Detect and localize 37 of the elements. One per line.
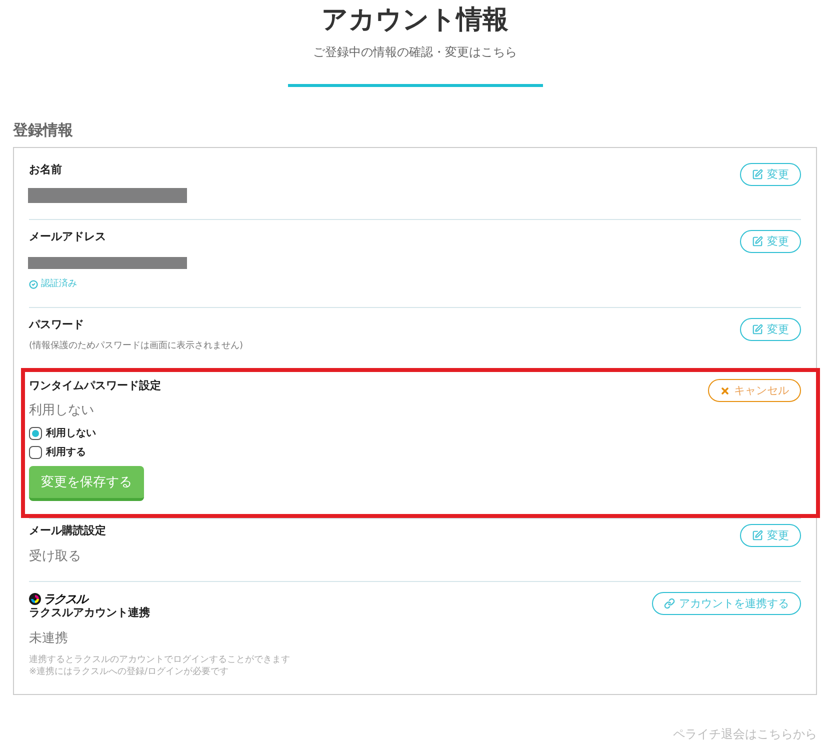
check-circle-icon (29, 280, 38, 288)
edit-button[interactable]: 変更 (740, 318, 801, 341)
close-icon (720, 386, 730, 396)
field-label: メール購読設定 (29, 524, 106, 538)
edit-button[interactable]: 変更 (740, 524, 801, 547)
radio-button[interactable] (29, 446, 42, 458)
edit-icon (752, 169, 763, 180)
logo-icon (29, 593, 41, 605)
field-label: お名前 (29, 163, 62, 177)
connect-account-button[interactable]: アカウントを連携する (652, 592, 801, 615)
field-label: ラクスルアカウント連携 (29, 606, 150, 620)
page-title: アカウント情報 (322, 4, 508, 36)
help-note: ※連携にはラクスルへの登録/ログインが必要です (29, 666, 229, 678)
field-value: 受け取る (29, 549, 81, 565)
link-icon (664, 598, 675, 609)
edit-button[interactable]: 変更 (740, 230, 801, 253)
brand-logo-text: ラクスル (43, 592, 87, 606)
edit-icon (752, 530, 763, 541)
field-label: メールアドレス (29, 230, 106, 244)
radio-label[interactable]: 利用しない (46, 426, 96, 440)
radio-button[interactable] (29, 426, 42, 440)
field-note: (情報保護のためパスワードは画面に表示されません) (29, 340, 244, 352)
edit-icon (752, 236, 763, 247)
verified-label: 認証済み (41, 278, 77, 291)
withdraw-link[interactable]: ペライチ退会はこちらから (673, 726, 817, 742)
edit-button[interactable]: 変更 (740, 163, 801, 186)
field-label: ワンタイムパスワード設定 (29, 379, 161, 393)
help-note: 連携するとラクスルのアカウントでログインすることができます (29, 654, 290, 666)
radio-label[interactable]: 利用する (46, 445, 86, 459)
edit-icon (752, 324, 763, 335)
field-label: パスワード (29, 318, 84, 332)
section-heading: 登録情報 (13, 120, 74, 140)
field-value: 利用しない (29, 403, 94, 419)
cancel-button[interactable]: キャンセル (708, 379, 801, 402)
save-button[interactable]: 変更を保存する (29, 466, 144, 501)
field-value: 未連携 (29, 631, 68, 647)
page-subtitle: ご登録中の情報の確認・変更はこちら (313, 44, 517, 60)
